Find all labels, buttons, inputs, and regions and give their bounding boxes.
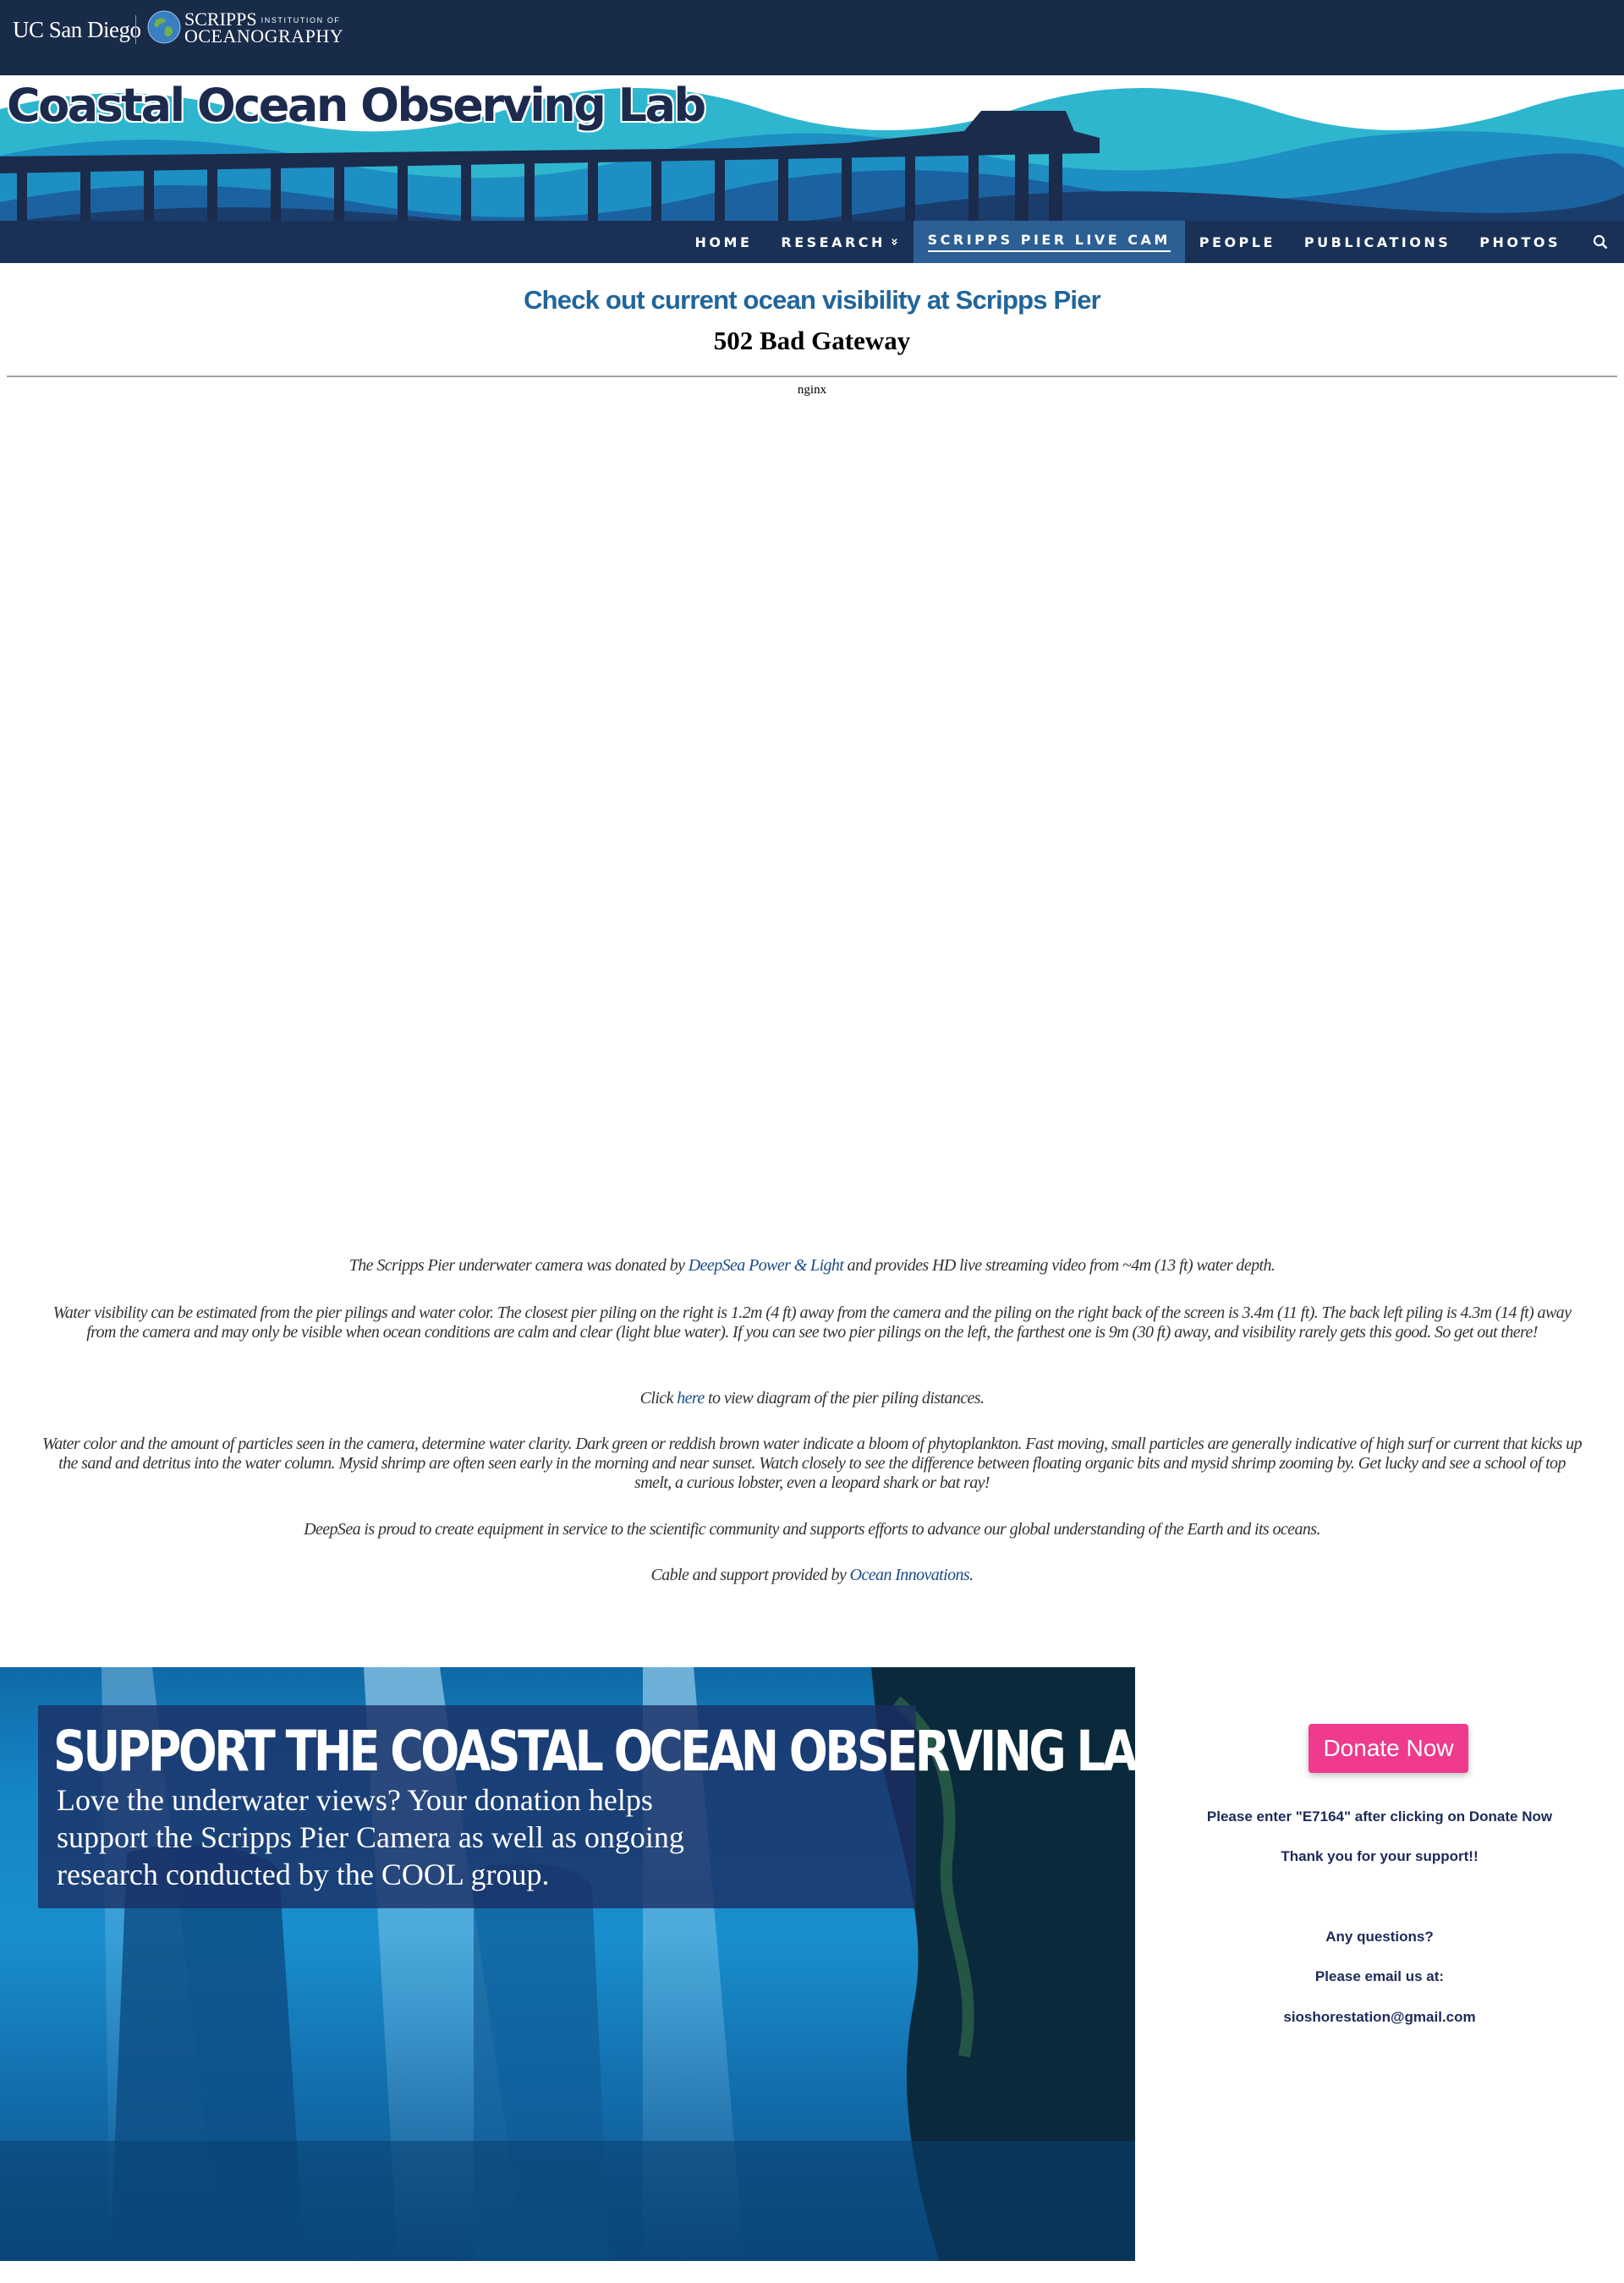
diagram-text: Click here to view diagram of the pier p… <box>42 1389 1582 1408</box>
sio-logo-line2: OCEANOGRAPHY <box>184 25 344 47</box>
main-nav: HOME RESEARCH» SCRIPPS PIER LIVE CAM PEO… <box>681 221 1624 263</box>
email-prompt: Please email us at: <box>1314 1968 1445 1984</box>
contact-email[interactable]: sioshorestation@gmail.com <box>1135 2009 1624 2026</box>
ucsd-logo[interactable]: UC San Diego <box>13 17 141 43</box>
nav-scripps-pier-live-cam[interactable]: SCRIPPS PIER LIVE CAM <box>913 221 1185 263</box>
globe-icon <box>147 10 181 44</box>
chevron-down-icon: » <box>886 238 903 246</box>
camera-donation-text: The Scripps Pier underwater camera was d… <box>42 1256 1582 1276</box>
ocean-innovations-link[interactable]: Ocean Innovations <box>850 1566 970 1584</box>
cable-support-text: Cable and support provided by Ocean Inno… <box>42 1566 1582 1585</box>
p3-text-b: to view diagram of the pier piling dista… <box>704 1389 985 1408</box>
p6-text-a: Cable and support provided by <box>650 1566 850 1584</box>
site-title[interactable]: Coastal Ocean Observing Lab <box>7 79 706 132</box>
embed-error-server: nginx <box>797 383 827 397</box>
support-text: Love the underwater views? Your donation… <box>57 1783 684 1891</box>
search-glyph <box>1593 234 1608 250</box>
nav-home-label: HOME <box>694 233 753 250</box>
questions-note: Any questions? <box>1325 1929 1434 1945</box>
search-icon[interactable] <box>1575 221 1624 263</box>
thank-you-note: Thank you for your support!! <box>1281 1848 1479 1864</box>
diagram-link[interactable]: here <box>677 1389 705 1408</box>
nav-home[interactable]: HOME <box>681 221 767 263</box>
donation-code-note: Please enter "E7164" after clicking on D… <box>1206 1808 1553 1825</box>
nav-publications-label: PUBLICATIONS <box>1303 233 1451 250</box>
p1-text-a: The Scripps Pier underwater camera was d… <box>348 1256 689 1275</box>
donate-now-button[interactable]: Donate Now <box>1309 1724 1468 1773</box>
p3-text-a: Click <box>639 1389 678 1408</box>
nav-photos[interactable]: PHOTOS <box>1465 221 1575 263</box>
sio-logo-small: INSTITUTION OF <box>261 16 341 25</box>
nav-photos-label: PHOTOS <box>1479 233 1561 250</box>
embed-error-title: 502 Bad Gateway <box>713 326 911 355</box>
nav-publications[interactable]: PUBLICATIONS <box>1290 221 1465 263</box>
visibility-text: Water visibility can be estimated from t… <box>52 1303 1572 1342</box>
water-color-text: Water color and the amount of particles … <box>42 1435 1583 1492</box>
support-banner-image: SUPPORT THE COASTAL OCEAN OBSERVING LAB … <box>0 1667 1135 2261</box>
logo-divider <box>135 15 136 44</box>
p1-text-b: and provides HD live streaming video fro… <box>843 1256 1276 1275</box>
deepsea-link[interactable]: DeepSea Power & Light <box>689 1256 844 1275</box>
nav-research[interactable]: RESEARCH» <box>766 221 913 263</box>
page-heading: Check out current ocean visibility at Sc… <box>524 285 1101 315</box>
support-title: SUPPORT THE COASTAL OCEAN OBSERVING LAB <box>53 1719 1135 1784</box>
deepsea-statement: DeepSea is proud to create equipment in … <box>304 1520 1320 1539</box>
embed-error-divider <box>7 376 1617 377</box>
nav-people-label: PEOPLE <box>1199 233 1276 250</box>
p6-text-b: . <box>969 1566 974 1584</box>
ucsd-logo-text: UC San Diego <box>13 17 141 42</box>
nav-live-cam-label: SCRIPPS PIER LIVE CAM <box>927 232 1171 252</box>
top-bar: UC San Diego SCRIPPS INSTITUTION OF OCEAN… <box>0 0 1624 75</box>
nav-people[interactable]: PEOPLE <box>1185 221 1290 263</box>
support-callout: SUPPORT THE COASTAL OCEAN OBSERVING LAB … <box>38 1705 1135 1908</box>
nav-research-label: RESEARCH <box>781 233 886 250</box>
